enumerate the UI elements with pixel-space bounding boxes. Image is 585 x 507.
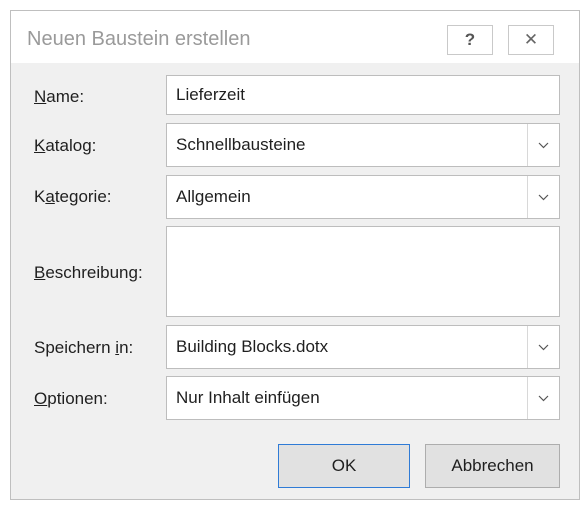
- speichern-label-text: n:: [119, 338, 134, 357]
- speichern-label-pre: Speichern: [34, 338, 116, 357]
- optionen-label-text: ptionen:: [47, 389, 108, 408]
- katalog-label-text: atalog:: [45, 136, 97, 155]
- speichern-dropdown-value: Building Blocks.dotx: [176, 337, 329, 356]
- speichern-dropdown[interactable]: Building Blocks.dotx: [166, 325, 560, 369]
- cancel-button[interactable]: Abbrechen: [425, 444, 560, 488]
- kategorie-dropdown-value: Allgemein: [176, 187, 251, 206]
- name-input[interactable]: Lieferzeit: [166, 75, 560, 115]
- chevron-down-icon: [538, 395, 549, 401]
- katalog-dropdown[interactable]: Schnellbausteine: [166, 123, 560, 167]
- optionen-label-accesskey: O: [34, 389, 48, 408]
- close-icon: ✕: [523, 30, 539, 49]
- optionen-dropdown-button[interactable]: [527, 377, 559, 419]
- dialog-title: Neuen Baustein erstellen: [27, 28, 251, 50]
- katalog-dropdown-button[interactable]: [527, 124, 559, 166]
- beschreibung-label-text: eschreibung:: [45, 263, 143, 282]
- optionen-label: Optionen:: [34, 389, 108, 409]
- beschreibung-label: Beschreibung:: [34, 263, 143, 283]
- create-building-block-dialog: Neuen Baustein erstellen ? ✕ Name: Liefe…: [10, 10, 580, 500]
- optionen-dropdown[interactable]: Nur Inhalt einfügen: [166, 376, 560, 420]
- beschreibung-label-accesskey: B: [34, 263, 46, 282]
- optionen-dropdown-value: Nur Inhalt einfügen: [176, 388, 320, 407]
- kategorie-dropdown[interactable]: Allgemein: [166, 175, 560, 219]
- kategorie-dropdown-button[interactable]: [527, 176, 559, 218]
- name-label-text: ame:: [46, 87, 85, 106]
- speichern-dropdown-button[interactable]: [527, 326, 559, 368]
- title-bar: Neuen Baustein erstellen ? ✕: [11, 11, 579, 63]
- help-button[interactable]: ?: [447, 25, 493, 55]
- kategorie-label: Kategorie:: [34, 187, 112, 207]
- katalog-label: Katalog:: [34, 136, 96, 156]
- close-button[interactable]: ✕: [508, 25, 554, 55]
- beschreibung-textarea[interactable]: [166, 226, 560, 317]
- chevron-down-icon: [538, 344, 549, 350]
- kategorie-label-text: tegorie:: [54, 187, 112, 206]
- speichern-label: Speichern in:: [34, 338, 133, 358]
- kategorie-label-pre: K: [34, 187, 46, 206]
- name-label: Name:: [34, 87, 84, 107]
- katalog-label-accesskey: K: [34, 136, 46, 155]
- name-label-accesskey: N: [34, 87, 47, 106]
- kategorie-label-accesskey: a: [45, 187, 55, 206]
- chevron-down-icon: [538, 194, 549, 200]
- help-icon: ?: [464, 30, 476, 49]
- chevron-down-icon: [538, 142, 549, 148]
- name-input-value: Lieferzeit: [176, 85, 245, 104]
- katalog-dropdown-value: Schnellbausteine: [176, 135, 306, 154]
- ok-button[interactable]: OK: [278, 444, 410, 488]
